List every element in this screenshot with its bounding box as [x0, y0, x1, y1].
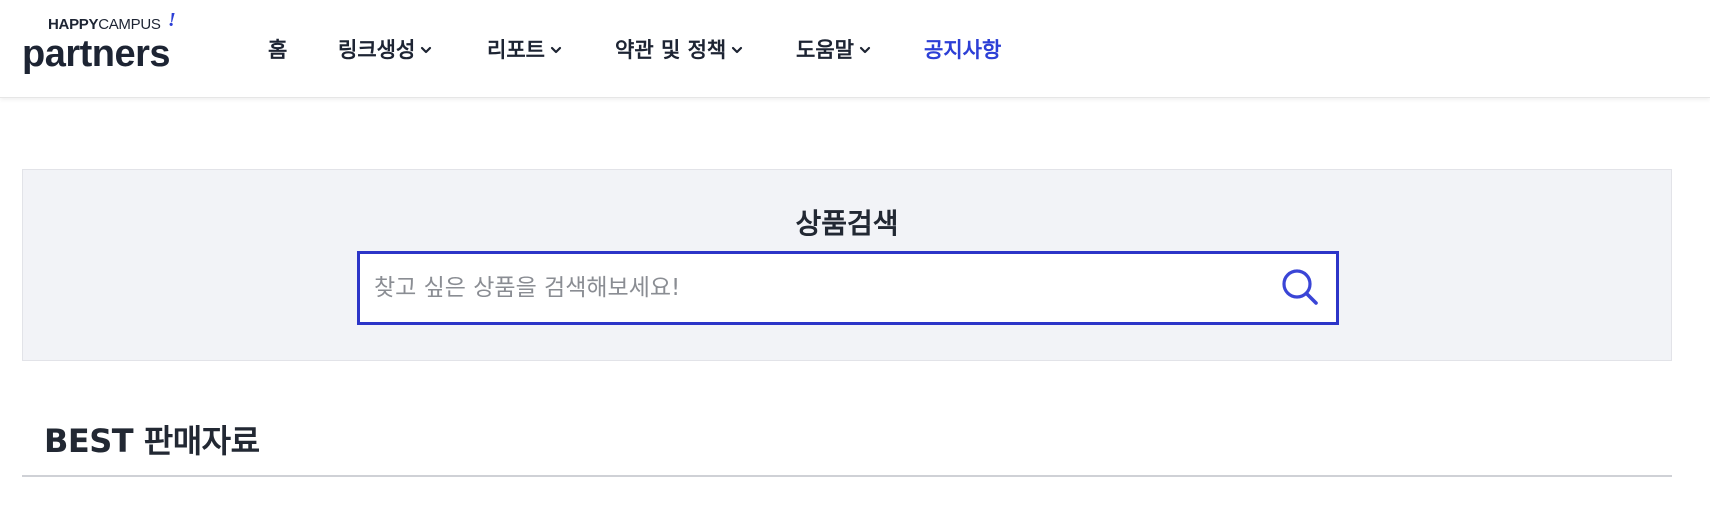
search-button[interactable]: [1274, 262, 1326, 314]
logo-brand-bold: HAPPY: [48, 16, 99, 33]
logo-exclamation-mark: !: [168, 9, 176, 31]
happycampus-partners-logo[interactable]: HAPPYCAMPUS ! partners: [22, 9, 182, 80]
section-divider: [22, 475, 1672, 477]
top-header: HAPPYCAMPUS ! partners 홈 링크생성 리포트 약관 및 정…: [0, 0, 1710, 98]
nav-item-help[interactable]: 도움말: [796, 34, 871, 64]
best-section-title: BEST 판매자료: [44, 422, 260, 460]
nav-item-report[interactable]: 리포트: [487, 34, 562, 64]
search-icon: [1280, 267, 1320, 310]
logo-partners-text: partners: [22, 33, 171, 75]
nav-item-label: 링크생성: [338, 38, 416, 62]
chevron-down-icon: [420, 44, 432, 56]
nav-item-link-create[interactable]: 링크생성: [338, 34, 432, 64]
search-input[interactable]: [374, 254, 1254, 322]
product-search-panel: 상품검색: [22, 169, 1672, 361]
nav-item-label: 리포트: [487, 38, 545, 62]
nav-item-label: 공지사항: [924, 38, 1002, 62]
nav-item-home[interactable]: 홈: [268, 34, 287, 64]
logo-brand-top: HAPPYCAMPUS: [48, 16, 161, 33]
nav-item-label: 약관 및 정책: [615, 38, 727, 62]
search-box: [357, 251, 1339, 325]
nav-item-terms-policy[interactable]: 약관 및 정책: [615, 34, 743, 64]
chevron-down-icon: [859, 44, 871, 56]
chevron-down-icon: [731, 44, 743, 56]
nav-item-label: 홈: [268, 38, 288, 62]
logo-brand-light: CAMPUS: [98, 16, 161, 33]
search-title: 상품검색: [795, 207, 899, 240]
nav-item-notice[interactable]: 공지사항: [924, 34, 1001, 64]
chevron-down-icon: [550, 44, 562, 56]
nav-item-label: 도움말: [796, 38, 854, 62]
